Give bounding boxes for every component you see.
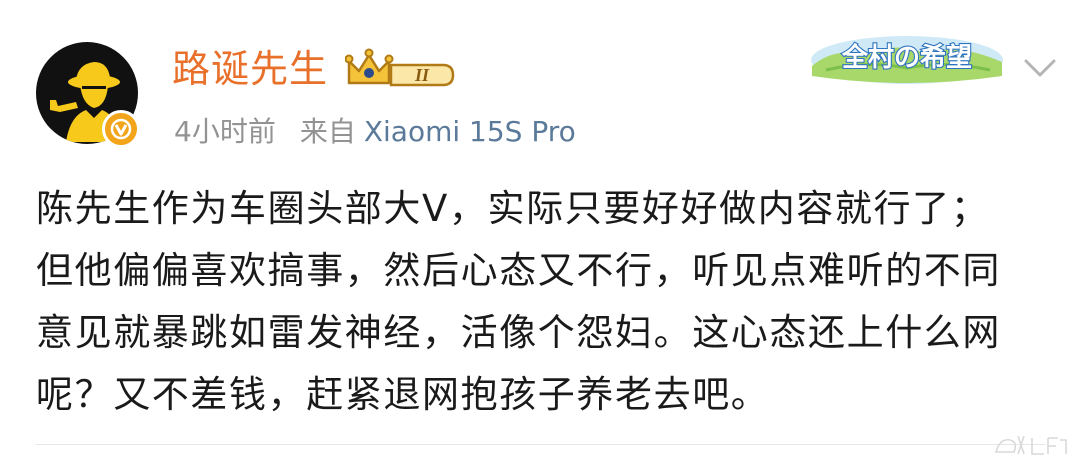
device-link[interactable]: Xiaomi 15S Pro [364,115,576,148]
banner-text: 全村の希望 [841,42,972,73]
post-meta: 4小时前 来自 Xiaomi 15S Pro [174,112,576,152]
decorative-banner: 全村の希望 [811,36,1003,84]
chevron-down-icon[interactable] [1018,52,1062,82]
content-line: 意见就暴跳如雷发神经，活像个怨妇。这心态还上什么网 [36,311,1001,354]
source-prefix: 来自 [299,115,356,148]
content-line: 陈先生作为车圈头部大V，实际只要好好做内容就行了； [36,187,990,230]
verified-v-icon [110,118,132,140]
weibo-watermark-icon [994,435,1067,455]
badge-level-text: II [414,65,430,85]
post-time: 4小时前 [174,115,276,148]
post-content: 陈先生作为车圈头部大V，实际只要好好做内容就行了； 但他偏偏喜欢搞事，然后心态又… [36,178,1056,426]
content-line: 呢？又不差钱，赶紧退网抱孩子养老去吧。 [36,373,770,416]
verified-badge [102,110,140,148]
author-name[interactable]: 路诞先生 [172,46,328,92]
weibo-post: 路诞先生 II 4小时前 来自 Xiaomi 15S Pro 全村の希望 陈先生作为… [0,0,1080,466]
divider [36,444,1046,445]
content-line: 但他偏偏喜欢搞事，然后心态又不行，听见点难听的不同 [36,249,1001,292]
crown-badge-icon[interactable]: II [345,45,457,91]
